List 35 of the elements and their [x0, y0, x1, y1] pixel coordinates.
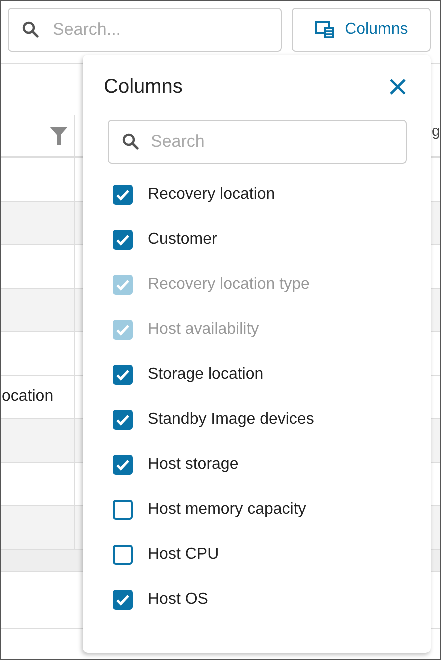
checkmark-icon — [116, 278, 130, 290]
columns-icon — [315, 21, 336, 39]
filter-icon[interactable] — [50, 126, 68, 144]
checkbox[interactable] — [113, 230, 133, 250]
column-option-label[interactable]: Host OS — [148, 590, 208, 608]
search-field[interactable]: Search... — [8, 8, 282, 52]
checkbox[interactable] — [113, 184, 133, 204]
column-heading: g — [432, 123, 440, 140]
search-icon — [122, 133, 139, 150]
search-icon — [22, 21, 39, 38]
column-option-label[interactable]: Host storage — [148, 456, 239, 474]
column-option-label[interactable]: Host memory capacity — [148, 500, 306, 518]
column-option-label[interactable]: Customer — [148, 230, 218, 248]
checkbox[interactable] — [113, 410, 133, 430]
checkbox[interactable] — [113, 590, 133, 610]
column-option-label[interactable]: Standby Image devices — [148, 410, 314, 428]
checkmark-icon — [116, 414, 130, 426]
checkmark-icon — [116, 188, 130, 200]
checkbox[interactable] — [113, 364, 133, 384]
checkmark-icon — [116, 594, 130, 606]
checkmark-icon — [116, 368, 130, 380]
checkmark-icon — [116, 234, 130, 246]
column-option-label[interactable]: Host CPU — [148, 546, 220, 564]
columns-button[interactable]: Columns — [292, 8, 431, 52]
column-option-label[interactable]: Storage location — [148, 366, 264, 384]
column-option-label[interactable]: Recovery location — [148, 186, 276, 204]
checkbox[interactable] — [113, 500, 133, 520]
table-cell: ocation — [2, 388, 54, 406]
panel-title: Columns — [104, 76, 183, 98]
checkbox[interactable] — [113, 454, 133, 474]
close-button[interactable] — [389, 78, 407, 96]
checkmark-icon — [116, 324, 130, 336]
checkmark-icon — [116, 458, 130, 470]
search-field[interactable]: Search — [108, 120, 407, 164]
checkbox[interactable] — [113, 544, 133, 564]
